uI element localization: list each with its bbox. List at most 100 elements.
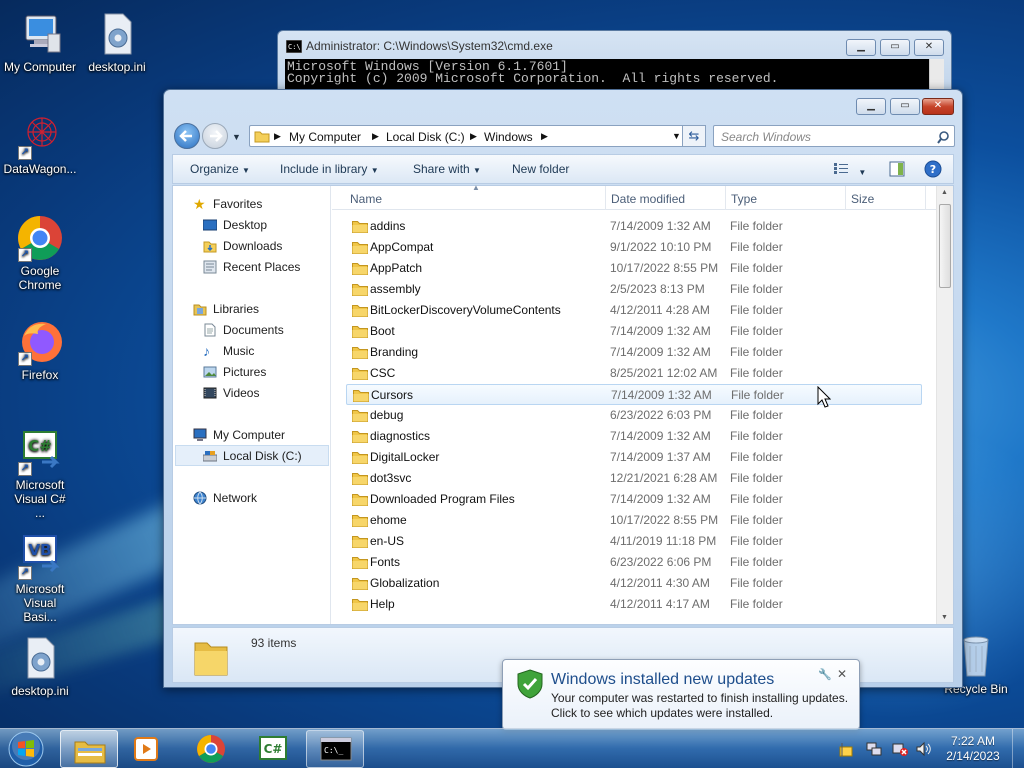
taskbar-explorer-button[interactable]	[60, 730, 118, 768]
nav-documents[interactable]: Documents	[203, 320, 284, 340]
cmd-minimize-button[interactable]: ▁	[846, 39, 876, 56]
column-divider[interactable]	[925, 186, 926, 210]
desktop-icon-firefox[interactable]: ↗ Firefox	[0, 318, 80, 382]
file-row[interactable]: en-US 4/11/2019 11:18 PM File folder	[346, 531, 922, 552]
breadcrumb-my-computer[interactable]: My Computer	[289, 130, 361, 144]
column-divider[interactable]	[725, 186, 726, 210]
address-bar[interactable]: ▶ My Computer ▶ Local Disk (C:) ▶ Window…	[249, 125, 689, 147]
file-row[interactable]: Branding 7/14/2009 1:32 AM File folder	[346, 342, 922, 363]
file-row[interactable]: debug 6/23/2022 6:03 PM File folder	[346, 405, 922, 426]
breadcrumb-separator-icon[interactable]: ▶	[541, 131, 548, 142]
explorer-window[interactable]: ▁ ▭ ✕ ▼ ▶ My Computer ▶ Local Disk (C:) …	[163, 89, 963, 688]
back-button[interactable]	[174, 123, 200, 149]
notification-close-button[interactable]: ✕	[837, 667, 847, 681]
breadcrumb-windows[interactable]: Windows	[484, 130, 533, 144]
desktop-icon-google-chrome[interactable]: ↗ Google Chrome	[0, 214, 80, 292]
file-row[interactable]: DigitalLocker 7/14/2009 1:37 AM File folde…	[346, 447, 922, 468]
nav-network[interactable]: Network	[193, 488, 257, 508]
breadcrumb-separator-icon[interactable]: ▶	[274, 131, 281, 142]
recent-pages-chevron-icon[interactable]: ▼	[232, 132, 241, 142]
desktop-icon-visual-csharp[interactable]: C# ↗ Microsoft Visual C# ...	[0, 428, 80, 520]
file-row[interactable]: Boot 7/14/2009 1:32 AM File folder	[346, 321, 922, 342]
new-folder-button[interactable]: New folder	[512, 162, 569, 176]
minimize-button[interactable]: ▁	[856, 98, 886, 115]
nav-downloads[interactable]: Downloads	[203, 236, 282, 256]
network-tray-icon[interactable]	[866, 741, 882, 757]
file-row[interactable]: Cursors 7/14/2009 1:32 AM File folder	[346, 384, 922, 405]
volume-tray-icon[interactable]	[915, 741, 933, 757]
nav-favorites[interactable]: ★ Favorites	[193, 194, 262, 214]
desktop-icon-desktop-ini[interactable]: desktop.ini	[77, 10, 157, 74]
start-button[interactable]	[6, 730, 46, 768]
show-desktop-button[interactable]	[1012, 729, 1024, 768]
navigation-pane[interactable]: ★ Favorites Desktop Downloads Recent Plac…	[173, 186, 331, 624]
change-view-button[interactable]: ▼	[833, 161, 866, 178]
file-row[interactable]: CSC 8/25/2021 12:02 AM File folder	[346, 363, 922, 384]
breadcrumb-separator-icon[interactable]: ▶	[470, 131, 477, 142]
share-with-button[interactable]: Share with ▼	[413, 162, 481, 176]
address-dropdown-icon[interactable]: ▼	[672, 131, 681, 141]
file-list[interactable]: Name ▲ Date modified Type Size addins 7/1…	[332, 183, 953, 624]
scroll-up-icon[interactable]: ▲	[941, 189, 948, 196]
system-clock[interactable]: 7:22 AM 2/14/2023	[942, 734, 1004, 764]
preview-pane-button[interactable]	[889, 161, 905, 180]
nav-desktop[interactable]: Desktop	[203, 215, 267, 235]
file-row[interactable]: Globalization 4/12/2011 4:30 AM File folde…	[346, 573, 922, 594]
scroll-down-icon[interactable]: ▼	[941, 614, 948, 621]
nav-local-disk[interactable]: Local Disk (C:)	[203, 446, 302, 466]
maximize-button[interactable]: ▭	[890, 98, 920, 115]
column-divider[interactable]	[845, 186, 846, 210]
taskbar-cmd-button[interactable]: C:\_	[306, 730, 364, 768]
taskbar-media-player-button[interactable]	[118, 730, 176, 768]
file-row[interactable]: BitLockerDiscoveryVolumeContents 4/12/201…	[346, 300, 922, 321]
taskbar-chrome-button[interactable]	[183, 730, 241, 768]
forward-button[interactable]	[202, 123, 228, 149]
nav-videos[interactable]: Videos	[203, 383, 259, 403]
update-notification[interactable]: Windows installed new updates Your compu…	[502, 659, 860, 730]
action-center-flag-icon[interactable]	[838, 741, 854, 757]
taskbar-visual-csharp-button[interactable]: C#	[245, 730, 303, 768]
column-size[interactable]: Size	[851, 192, 874, 206]
nav-recent-places[interactable]: Recent Places	[203, 257, 300, 277]
breadcrumb-separator-icon[interactable]: ▶	[372, 131, 379, 142]
refresh-button[interactable]: ⇆	[682, 125, 706, 147]
file-row[interactable]: assembly 2/5/2023 8:13 PM File folder	[346, 279, 922, 300]
column-name[interactable]: Name	[350, 192, 382, 206]
file-row[interactable]: AppPatch 10/17/2022 8:55 PM File folder	[346, 258, 922, 279]
network-warning-tray-icon[interactable]	[892, 741, 908, 757]
desktop-icon-visual-basic[interactable]: VB ↗ Microsoft Visual Basi...	[0, 532, 80, 624]
close-button[interactable]: ✕	[922, 98, 954, 115]
file-row[interactable]: diagnostics 7/14/2009 1:32 AM File folder	[346, 426, 922, 447]
include-in-library-button[interactable]: Include in library ▼	[280, 162, 379, 176]
desktop-icon-datawagon[interactable]: ↗ DataWagon...	[0, 112, 80, 176]
nav-pictures[interactable]: Pictures	[203, 362, 266, 382]
breadcrumb-local-disk[interactable]: Local Disk (C:)	[386, 130, 465, 144]
cmd-maximize-button[interactable]: ▭	[880, 39, 910, 56]
vertical-scrollbar[interactable]: ▲ ▼	[936, 186, 953, 624]
chevron-down-icon[interactable]: ▼	[858, 168, 866, 177]
help-button[interactable]: ?	[924, 160, 942, 181]
column-divider[interactable]	[605, 186, 606, 210]
file-row[interactable]: IME 7/14/2009 1:37 AM File folder	[346, 615, 922, 620]
file-row[interactable]: addins 7/14/2009 1:32 AM File folder	[346, 216, 922, 237]
scrollbar-thumb[interactable]	[939, 204, 951, 288]
file-row[interactable]: dot3svc 12/21/2021 6:28 AM File folder	[346, 468, 922, 489]
desktop-icon-desktop-ini-2[interactable]: desktop.ini	[0, 634, 80, 698]
column-date-modified[interactable]: Date modified	[611, 192, 685, 206]
notification-options-icon[interactable]: 🔧	[818, 668, 832, 681]
file-row[interactable]: ehome 10/17/2022 8:55 PM File folder	[346, 510, 922, 531]
organize-button[interactable]: Organize ▼	[190, 162, 250, 176]
file-row[interactable]: Help 4/12/2011 4:17 AM File folder	[346, 594, 922, 615]
search-input[interactable]: Search Windows	[721, 130, 811, 144]
search-icon[interactable]	[936, 130, 950, 144]
desktop-icon-my-computer[interactable]: My Computer	[0, 10, 80, 74]
nav-libraries[interactable]: Libraries	[193, 299, 259, 319]
file-row[interactable]: Downloaded Program Files 7/14/2009 1:32 A…	[346, 489, 922, 510]
cmd-close-button[interactable]: ✕	[914, 39, 944, 56]
nav-music[interactable]: ♪ Music	[203, 341, 254, 361]
column-type[interactable]: Type	[731, 192, 757, 206]
search-box[interactable]: Search Windows	[713, 125, 955, 147]
file-row[interactable]: Fonts 6/23/2022 6:06 PM File folder	[346, 552, 922, 573]
file-row[interactable]: AppCompat 9/1/2022 10:10 PM File folder	[346, 237, 922, 258]
nav-my-computer[interactable]: My Computer	[193, 425, 285, 445]
